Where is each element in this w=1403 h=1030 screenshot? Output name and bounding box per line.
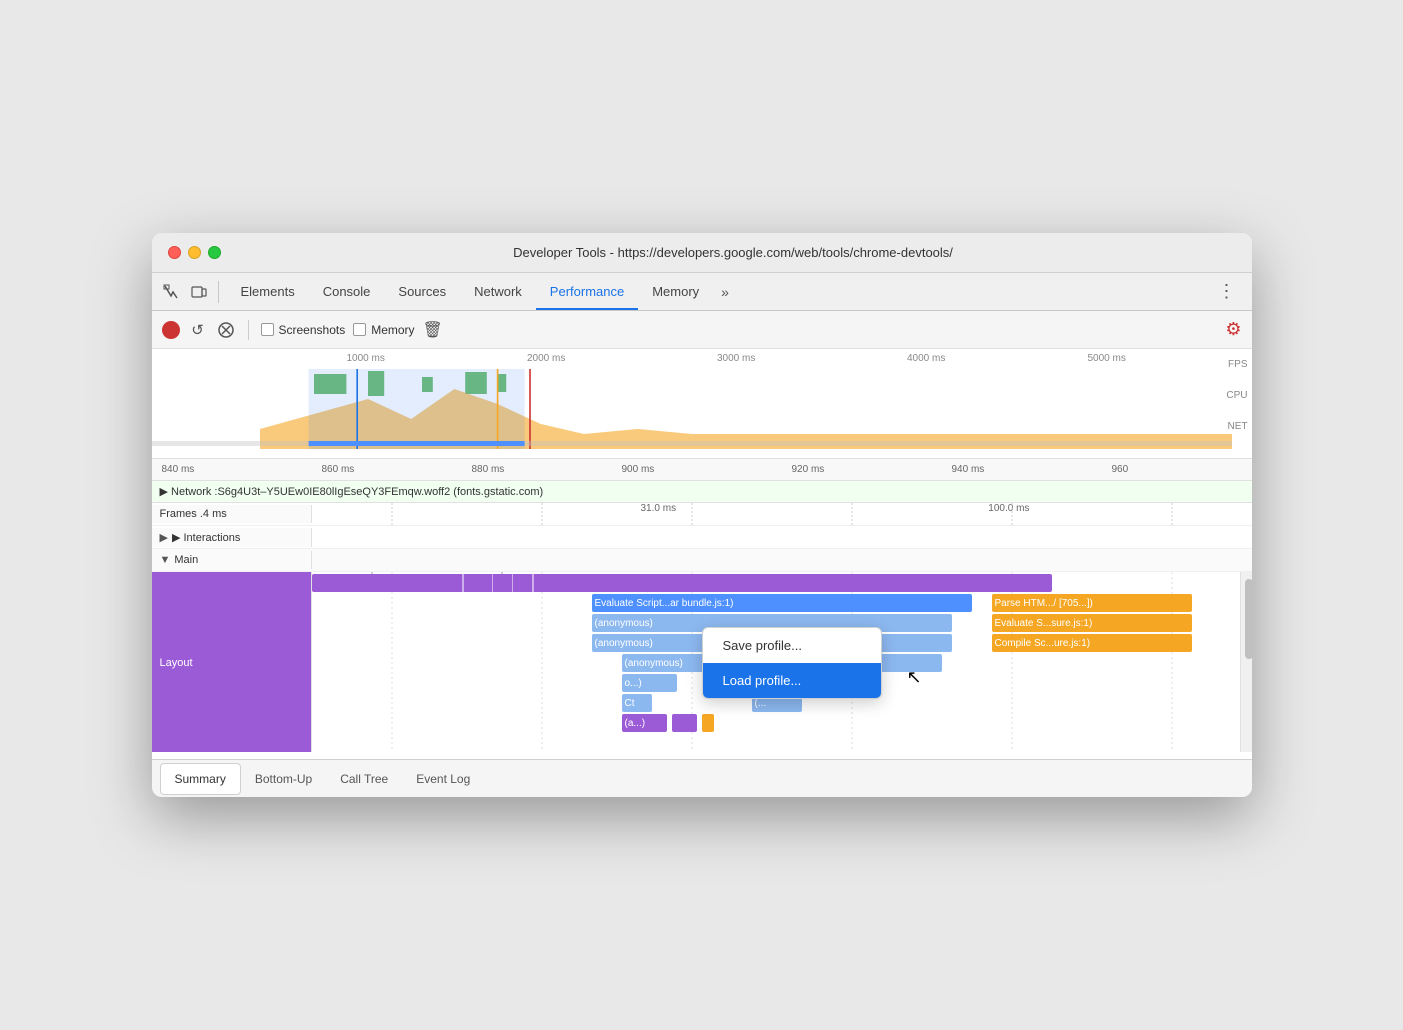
main-header-content <box>312 549 1252 571</box>
context-menu: Save profile... Load profile... <box>702 627 882 699</box>
minimize-button[interactable] <box>188 246 201 259</box>
screenshots-checkbox[interactable] <box>261 323 274 336</box>
ruler-labels: 1000 ms 2000 ms 3000 ms 4000 ms 5000 ms <box>252 353 1202 369</box>
tab-sources[interactable]: Sources <box>384 273 460 310</box>
devtools-window: Developer Tools - https://developers.goo… <box>152 233 1252 797</box>
flame-section: Layout <box>152 572 1252 752</box>
tab-performance[interactable]: Performance <box>536 273 638 310</box>
main-label-text: Main <box>174 554 198 566</box>
tab-call-tree[interactable]: Call Tree <box>326 764 402 794</box>
tab-event-log[interactable]: Event Log <box>402 764 484 794</box>
tab-summary[interactable]: Summary <box>160 763 241 795</box>
ruler-label-1: 1000 ms <box>347 353 385 364</box>
ruler-label-3: 3000 ms <box>717 353 755 364</box>
scrollbar-track[interactable] <box>1240 572 1252 752</box>
toolbar: ↺ Screenshots Memory 🗑 ⚙ <box>152 311 1252 349</box>
inspect-icon[interactable] <box>160 281 182 303</box>
main-header-row[interactable]: ▼ Main <box>152 549 1252 572</box>
layout-bar <box>312 574 1052 592</box>
mini-chart <box>152 369 1232 449</box>
time-ruler-row: 840 ms 860 ms 880 ms 900 ms 920 ms 940 m… <box>152 459 1252 481</box>
interactions-content <box>312 526 1252 548</box>
ruler-label-4: 4000 ms <box>907 353 945 364</box>
detail-area: 840 ms 860 ms 880 ms 900 ms 920 ms 940 m… <box>152 459 1252 759</box>
memory-checkbox[interactable] <box>353 323 366 336</box>
flame-evaluate-sure[interactable]: Evaluate S...sure.js:1) <box>992 614 1192 632</box>
tick-860: 860 ms <box>322 464 355 475</box>
tick-880: 880 ms <box>472 464 505 475</box>
bottom-tabs: Summary Bottom-Up Call Tree Event Log <box>152 759 1252 797</box>
frames-row: Frames .4 ms 31.0 ms 100.0 ms <box>152 503 1252 526</box>
layout-label-text: Layout <box>160 657 193 669</box>
screenshots-checkbox-label[interactable]: Screenshots <box>261 323 346 337</box>
tab-more-button[interactable]: » <box>713 284 737 300</box>
record-button[interactable] <box>162 321 180 339</box>
context-load-profile[interactable]: Load profile... <box>703 663 881 698</box>
flame-parse-html[interactable]: Parse HTM.../ [705...]) <box>992 594 1192 612</box>
flame-o[interactable]: o...) <box>622 674 677 692</box>
flame-evaluate-script[interactable]: Evaluate Script...ar bundle.js:1) <box>592 594 972 612</box>
memory-checkbox-label[interactable]: Memory <box>353 323 414 337</box>
device-icon[interactable] <box>188 281 210 303</box>
tick-960: 960 <box>1112 464 1129 475</box>
frames-label: Frames .4 ms <box>152 505 312 523</box>
reload-button[interactable]: ↺ <box>188 320 208 340</box>
network-row[interactable]: ▶ Network :S6g4U3t–Y5UEw0IE80lIgEseQY3FE… <box>152 481 1252 503</box>
tick-940: 940 ms <box>952 464 985 475</box>
tick-840: 840 ms <box>162 464 195 475</box>
flame-a-anon[interactable]: (a...) <box>622 714 667 732</box>
toolbar-separator <box>248 320 249 340</box>
frames-content: 31.0 ms 100.0 ms <box>312 503 1252 525</box>
settings-button[interactable]: ⚙ <box>1225 319 1241 340</box>
traffic-lights <box>168 246 221 259</box>
maximize-button[interactable] <box>208 246 221 259</box>
main-label[interactable]: ▼ Main <box>152 551 312 569</box>
scrollbar-thumb[interactable] <box>1245 579 1252 659</box>
ruler-label-5: 5000 ms <box>1088 353 1126 364</box>
window-title: Developer Tools - https://developers.goo… <box>231 245 1236 260</box>
flame-yellow-tile <box>702 714 714 732</box>
flame-chart: Evaluate Script...ar bundle.js:1) (anony… <box>312 572 1252 752</box>
tab-bar-icons <box>160 281 219 303</box>
interactions-label[interactable]: ▶ ▶ Interactions <box>152 528 312 547</box>
close-button[interactable] <box>168 246 181 259</box>
ruler-label-2: 2000 ms <box>527 353 565 364</box>
trash-button[interactable]: 🗑 <box>423 320 443 340</box>
tab-memory[interactable]: Memory <box>638 273 713 310</box>
tab-bar: Elements Console Sources Network Perform… <box>152 273 1252 311</box>
tab-console[interactable]: Console <box>309 273 385 310</box>
timeline-overview: 1000 ms 2000 ms 3000 ms 4000 ms 5000 ms … <box>152 349 1252 459</box>
flame-ct[interactable]: Ct <box>622 694 652 712</box>
tab-bottom-up[interactable]: Bottom-Up <box>241 764 326 794</box>
title-bar: Developer Tools - https://developers.goo… <box>152 233 1252 273</box>
interactions-row[interactable]: ▶ ▶ Interactions <box>152 526 1252 549</box>
tab-items: Elements Console Sources Network Perform… <box>227 273 1210 310</box>
flame-purple-tile <box>672 714 697 732</box>
clear-button[interactable] <box>216 320 236 340</box>
context-save-profile[interactable]: Save profile... <box>703 628 881 663</box>
flame-compile-sc[interactable]: Compile Sc...ure.js:1) <box>992 634 1192 652</box>
layout-label: Layout <box>152 572 312 752</box>
tab-network[interactable]: Network <box>460 273 536 310</box>
tick-920: 920 ms <box>792 464 825 475</box>
tab-elements[interactable]: Elements <box>227 273 309 310</box>
tick-900: 900 ms <box>622 464 655 475</box>
tab-menu-icon[interactable]: ⋮ <box>1210 281 1244 302</box>
